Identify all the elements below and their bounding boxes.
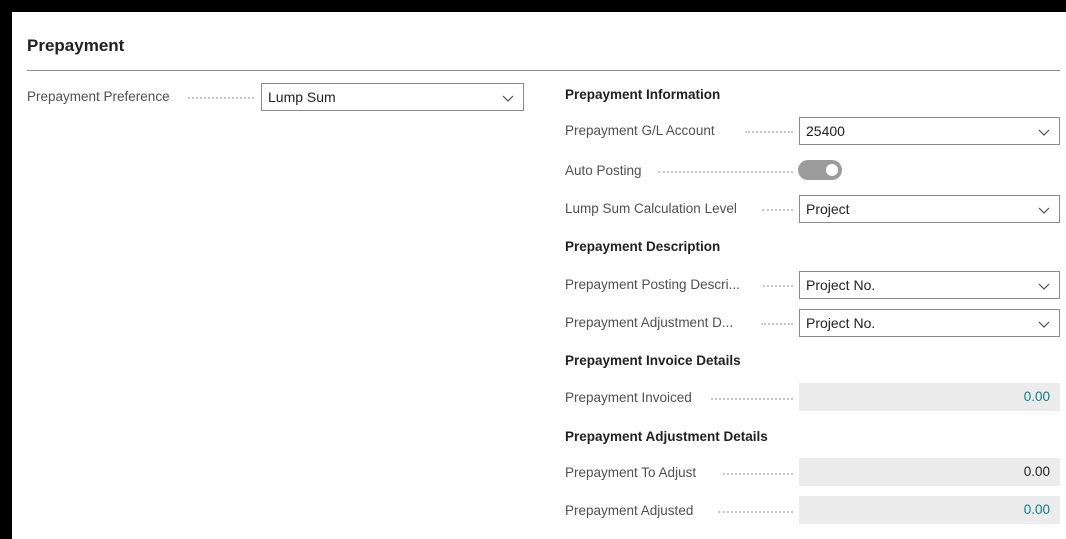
- leader-dots: [718, 511, 793, 513]
- prepayment-adjusted-label: Prepayment Adjusted: [565, 503, 694, 518]
- leader-dots: [723, 473, 793, 475]
- gl-account-value: 25400: [806, 123, 845, 139]
- prepayment-to-adjust-value: 0.00: [1023, 464, 1050, 479]
- adjustment-description-label: Prepayment Adjustment D...: [565, 315, 734, 330]
- posting-description-label: Prepayment Posting Descri...: [565, 277, 740, 292]
- prepayment-information-heading: Prepayment Information: [565, 87, 721, 102]
- gl-account-label: Prepayment G/L Account: [565, 123, 715, 138]
- prepayment-adjusted-field[interactable]: 0.00: [799, 496, 1060, 524]
- gl-account-select[interactable]: 25400: [799, 117, 1060, 145]
- prepayment-to-adjust-label: Prepayment To Adjust: [565, 465, 697, 480]
- posting-description-value: Project No.: [806, 277, 876, 293]
- invoice-details-heading: Prepayment Invoice Details: [565, 353, 741, 368]
- chevron-down-icon: [1038, 207, 1050, 214]
- calc-level-value: Project: [806, 201, 850, 217]
- calc-level-select[interactable]: Project: [799, 195, 1060, 223]
- prepayment-preference-select[interactable]: Lump Sum: [261, 83, 524, 111]
- posting-description-select[interactable]: Project No.: [799, 271, 1060, 299]
- auto-posting-label: Auto Posting: [565, 163, 642, 178]
- prepayment-preference-label: Prepayment Preference: [27, 89, 170, 104]
- prepayment-preference-value: Lump Sum: [268, 89, 336, 105]
- leader-dots: [761, 323, 793, 325]
- adjustment-details-heading: Prepayment Adjustment Details: [565, 429, 768, 444]
- chevron-down-icon: [1038, 321, 1050, 328]
- prepayment-to-adjust-field: 0.00: [799, 458, 1060, 486]
- title-divider: [27, 70, 1060, 71]
- chevron-down-icon: [502, 95, 514, 102]
- leader-dots: [188, 97, 254, 99]
- chevron-down-icon: [1038, 283, 1050, 290]
- calc-level-label: Lump Sum Calculation Level: [565, 201, 737, 216]
- leader-dots: [658, 171, 793, 173]
- leader-dots: [763, 285, 793, 287]
- adjustment-description-select[interactable]: Project No.: [799, 309, 1060, 337]
- prepayment-panel: Prepayment Prepayment Preference Lump Su…: [12, 12, 1066, 539]
- auto-posting-toggle[interactable]: [798, 160, 842, 180]
- leader-dots: [711, 398, 793, 400]
- prepayment-invoiced-field[interactable]: 0.00: [799, 383, 1060, 411]
- page-title: Prepayment: [27, 36, 125, 55]
- toggle-knob: [826, 164, 838, 176]
- prepayment-invoiced-label: Prepayment Invoiced: [565, 390, 692, 405]
- prepayment-adjusted-value[interactable]: 0.00: [1024, 502, 1050, 517]
- prepayment-invoiced-value[interactable]: 0.00: [1024, 389, 1050, 404]
- leader-dots: [762, 209, 793, 211]
- adjustment-description-value: Project No.: [806, 315, 876, 331]
- prepayment-description-heading: Prepayment Description: [565, 239, 721, 254]
- leader-dots: [745, 131, 793, 133]
- chevron-down-icon: [1038, 129, 1050, 136]
